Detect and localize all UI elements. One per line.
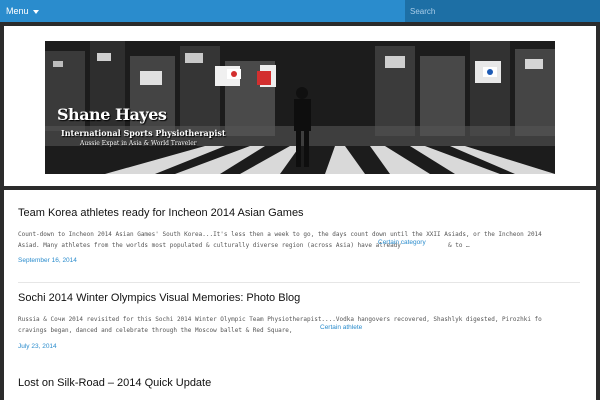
- post-category-link[interactable]: Certain category: [378, 239, 426, 246]
- post-category-link[interactable]: Certain athlete: [320, 324, 362, 331]
- post-item: Sochi 2014 Winter Olympics Visual Memori…: [18, 292, 596, 350]
- post-item: Team Korea athletes ready for Incheon 20…: [18, 207, 596, 264]
- post-date-link[interactable]: July 23, 2014: [18, 343, 57, 350]
- post-title-link[interactable]: Team Korea athletes ready for Incheon 20…: [18, 207, 596, 219]
- site-tagline: Aussie Expat in Asia & World Traveler: [80, 140, 197, 147]
- post-divider: [18, 282, 580, 283]
- header-banner-image[interactable]: Shane Hayes International Sports Physiot…: [45, 41, 555, 174]
- post-excerpt-tail: & to …: [448, 242, 470, 249]
- top-navigation-bar: Menu: [0, 0, 600, 22]
- post-title-link[interactable]: Sochi 2014 Winter Olympics Visual Memori…: [18, 292, 596, 304]
- post-item: Lost on Silk-Road – 2014 Quick Update: [18, 377, 596, 389]
- post-excerpt-line: Russia & Сочи 2014 revisited for this So…: [18, 316, 542, 323]
- post-date-link[interactable]: September 16, 2014: [18, 257, 77, 264]
- menu-label: Menu: [6, 6, 29, 16]
- caret-down-icon: [32, 9, 39, 14]
- menu-button[interactable]: Menu: [6, 0, 39, 22]
- post-title-link[interactable]: Lost on Silk-Road – 2014 Quick Update: [18, 377, 596, 389]
- site-subtitle: International Sports Physiotherapist: [61, 128, 226, 138]
- search-input[interactable]: [405, 0, 600, 22]
- site-title[interactable]: Shane Hayes: [57, 105, 167, 124]
- posts-list: Team Korea athletes ready for Incheon 20…: [4, 190, 596, 400]
- post-excerpt-line: Count-down to Incheon 2014 Asian Games' …: [18, 231, 542, 238]
- post-excerpt-line: cravings began, danced and celebrate thr…: [18, 327, 293, 334]
- post-excerpt-line: Asiad. Many athletes from the worlds mos…: [18, 242, 401, 249]
